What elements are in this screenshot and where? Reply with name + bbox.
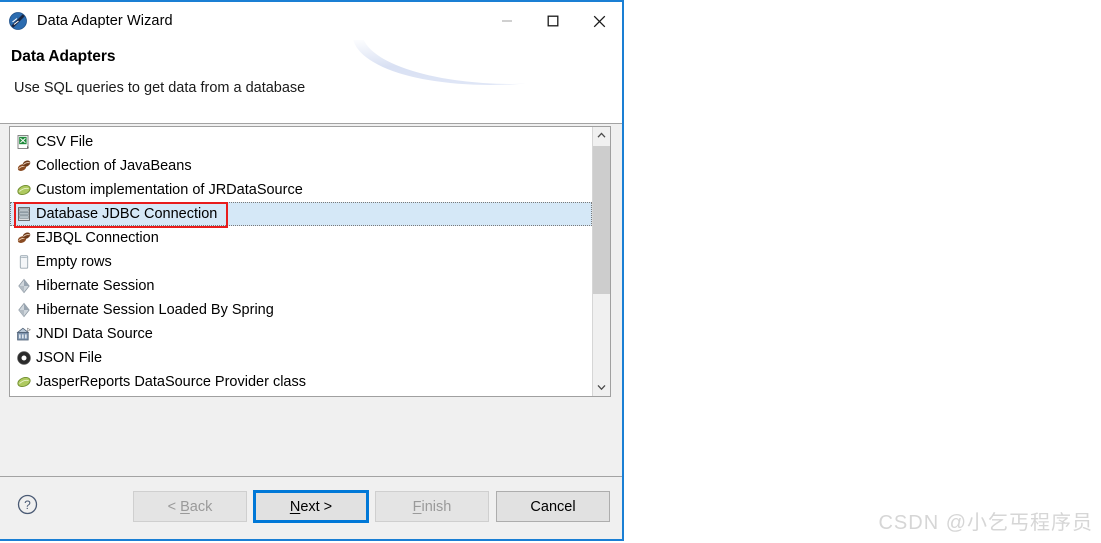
chevron-up-icon[interactable] [593, 127, 610, 144]
list-item-label: CSV File [36, 134, 94, 150]
json-ring-icon [16, 350, 32, 366]
help-question-icon[interactable]: ? [17, 494, 38, 515]
list-item[interactable]: Collection of JavaBeans [10, 154, 592, 178]
list-item[interactable]: Custom implementation of JRDataSource [10, 178, 592, 202]
wizard-footer: ? < Back Next > Finish Cancel [0, 476, 622, 539]
list-item-selected[interactable]: Database JDBC Connection [10, 202, 592, 226]
list-item[interactable]: JSON File [10, 346, 592, 370]
coffee-beans-icon [16, 158, 32, 174]
button-label: Cancel [530, 498, 576, 515]
button-label: Next > [289, 498, 333, 515]
button-label: < Back [167, 498, 213, 515]
list-item[interactable]: Empty rows [10, 250, 592, 274]
list-item[interactable]: EJBQL Connection [10, 226, 592, 250]
list-item-label: JSON File [36, 350, 103, 366]
jndi-icon [16, 326, 32, 342]
green-bean-icon [16, 182, 32, 198]
list-item-label: Collection of JavaBeans [36, 158, 192, 174]
next-button[interactable]: Next > [253, 490, 369, 523]
page-subtitle: Use SQL queries to get data from a datab… [14, 80, 306, 96]
jaspersoft-logo-icon [8, 11, 28, 31]
list-item[interactable]: CSV File [10, 130, 592, 154]
title-bar: Data Adapter Wizard [0, 2, 622, 40]
list-item-label: JNDI Data Source [36, 326, 153, 342]
empty-rows-icon [16, 254, 32, 270]
data-adapter-list[interactable]: CSV File Collection of JavaBeans Custom im… [10, 127, 592, 396]
list-item[interactable]: JasperReports DataSource Provider class [10, 370, 592, 394]
page-title: Data Adapters [11, 48, 116, 65]
header-swoosh-mask [362, 40, 622, 84]
database-icon [16, 206, 32, 222]
finish-button: Finish [375, 491, 489, 522]
watermark: CSDN @小乞丐程序员 [878, 512, 1093, 534]
list-item-label: EJBQL Connection [36, 230, 159, 246]
minimize-icon[interactable] [484, 2, 530, 40]
chevron-down-icon[interactable] [593, 379, 610, 396]
window-title: Data Adapter Wizard [37, 13, 173, 29]
list-item-label: Custom implementation of JRDataSource [36, 182, 303, 198]
hibernate-icon [16, 278, 32, 294]
list-scrollbar[interactable] [592, 127, 610, 396]
list-item[interactable]: Hibernate Session [10, 274, 592, 298]
list-item[interactable]: JNDI Data Source [10, 322, 592, 346]
green-bean-icon [16, 374, 32, 390]
wizard-body: CSV File Collection of JavaBeans Custom im… [0, 124, 622, 476]
close-icon[interactable] [576, 2, 622, 40]
back-button: < Back [133, 491, 247, 522]
csv-file-icon [16, 134, 32, 150]
list-item-label: Hibernate Session Loaded By Spring [36, 302, 274, 318]
button-label: Finish [412, 498, 452, 515]
list-item[interactable]: Hibernate Session Loaded By Spring [10, 298, 592, 322]
wizard-header: Data Adapters Use SQL queries to get dat… [0, 40, 622, 124]
svg-text:?: ? [24, 498, 31, 512]
data-adapter-wizard-dialog: Data Adapter Wizard Data Adapters Use SQ… [0, 0, 624, 541]
cancel-button[interactable]: Cancel [496, 491, 610, 522]
maximize-icon[interactable] [530, 2, 576, 40]
list-item-label: JasperReports DataSource Provider class [36, 374, 306, 390]
window-controls [484, 2, 622, 40]
data-adapter-list-container: CSV File Collection of JavaBeans Custom im… [9, 126, 611, 397]
list-item-label: Hibernate Session [36, 278, 155, 294]
list-item-label: Empty rows [36, 254, 112, 270]
hibernate-icon [16, 302, 32, 318]
coffee-beans-icon [16, 230, 32, 246]
list-item-label: Database JDBC Connection [36, 206, 218, 222]
wizard-button-row: < Back Next > Finish Cancel [133, 490, 610, 523]
scrollbar-thumb[interactable] [593, 146, 610, 294]
